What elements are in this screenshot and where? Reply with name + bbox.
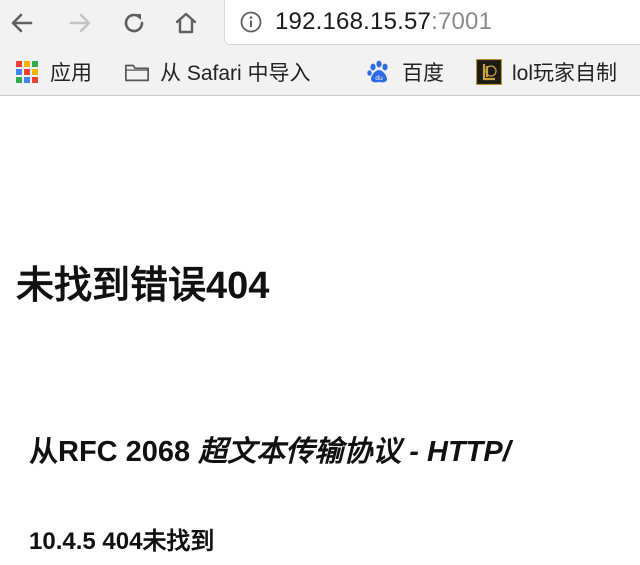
page-title: 未找到错误404 bbox=[16, 265, 270, 307]
bookmark-label: 百度 bbox=[402, 62, 444, 85]
folder-icon bbox=[124, 59, 150, 85]
lol-logo-icon bbox=[476, 59, 502, 85]
bookmark-label: 应用 bbox=[50, 62, 92, 85]
back-button[interactable] bbox=[6, 7, 38, 39]
home-button[interactable] bbox=[170, 7, 202, 39]
bookmark-label: 从 Safari 中导入 bbox=[160, 62, 311, 85]
reload-button[interactable] bbox=[118, 7, 150, 39]
url-host: 192.168.15.57 bbox=[275, 8, 432, 35]
baidu-paw-icon: du bbox=[366, 59, 392, 85]
bookmarks-bar: 应用 从 Safari 中导入 du 百度 lol玩家自制 bbox=[0, 48, 640, 96]
bookmark-baidu[interactable]: du 百度 bbox=[366, 58, 444, 86]
bookmark-label: lol玩家自制 bbox=[512, 62, 618, 85]
apps-grid-icon bbox=[14, 59, 40, 85]
home-icon bbox=[175, 12, 197, 34]
browser-toolbar: 192.168.15.57:7001 bbox=[0, 0, 640, 48]
url-port: :7001 bbox=[431, 8, 493, 35]
rfc-heading: 从RFC 2068 超文本传输协议 - HTTP/ bbox=[29, 428, 511, 470]
bookmark-apps[interactable]: 应用 bbox=[14, 58, 92, 86]
page-content: 未找到错误404 从RFC 2068 超文本传输协议 - HTTP/ 10.4.… bbox=[0, 96, 640, 565]
url-text[interactable]: 192.168.15.57:7001 bbox=[275, 8, 492, 36]
info-icon[interactable] bbox=[239, 10, 263, 34]
rfc-heading-italic: 超文本传输协议 - HTTP/ bbox=[198, 436, 511, 468]
arrow-right-icon bbox=[69, 13, 91, 33]
bookmark-safari-folder[interactable]: 从 Safari 中导入 bbox=[124, 58, 311, 86]
reload-icon bbox=[124, 13, 144, 33]
section-heading: 10.4.5 404未找到 bbox=[29, 528, 215, 555]
address-bar[interactable]: 192.168.15.57:7001 bbox=[224, 0, 640, 45]
rfc-heading-prefix: 从RFC 2068 bbox=[29, 436, 199, 468]
bookmark-lol[interactable]: lol玩家自制 bbox=[476, 58, 617, 86]
arrow-left-icon bbox=[11, 13, 33, 33]
forward-button[interactable] bbox=[64, 7, 96, 39]
svg-text:du: du bbox=[375, 75, 383, 82]
